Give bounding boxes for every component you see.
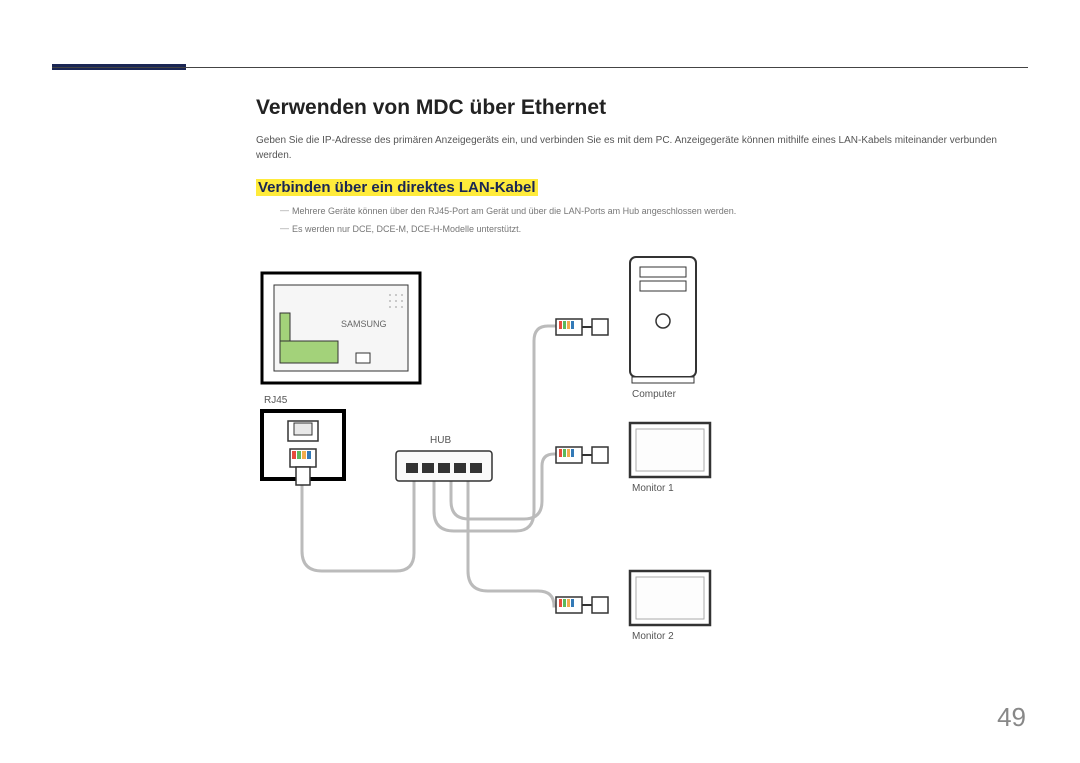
brand-label: SAMSUNG (341, 319, 387, 329)
label-monitor1: Monitor 1 (632, 483, 674, 494)
page-heading: Verwenden von MDC über Ethernet (256, 96, 1028, 120)
note-2: Es werden nur DCE, DCE-M, DCE-H-Modelle … (256, 222, 1028, 236)
connection-diagram: SAMSUNG (256, 251, 736, 651)
diagram-svg: SAMSUNG (256, 251, 736, 651)
label-computer: Computer (632, 389, 676, 400)
document-page: Verwenden von MDC über Ethernet Geben Si… (0, 0, 1080, 763)
label-rj45: RJ45 (264, 395, 287, 406)
computer-icon (630, 257, 696, 383)
content-column: Verwenden von MDC über Ethernet Geben Si… (256, 96, 1028, 651)
header-rule (52, 67, 1028, 68)
label-monitor2: Monitor 2 (632, 631, 674, 642)
device-rear-icon: SAMSUNG (262, 273, 420, 383)
page-number: 49 (997, 702, 1026, 733)
subheading: Verbinden über ein direktes LAN-Kabel (256, 179, 1028, 196)
hub-icon (396, 451, 492, 481)
intro-text: Geben Sie die IP-Adresse des primären An… (256, 134, 1028, 163)
plug-monitor2-icon (556, 597, 608, 613)
monitor2-icon (630, 571, 710, 625)
plug-computer-icon (556, 319, 608, 335)
rj45-port-icon (262, 411, 344, 485)
note-1: Mehrere Geräte können über den RJ45-Port… (256, 204, 1028, 218)
label-hub: HUB (430, 435, 451, 446)
plug-monitor1-icon (556, 447, 608, 463)
monitor1-icon (630, 423, 710, 477)
subheading-highlight: Verbinden über ein direktes LAN-Kabel (256, 179, 538, 196)
